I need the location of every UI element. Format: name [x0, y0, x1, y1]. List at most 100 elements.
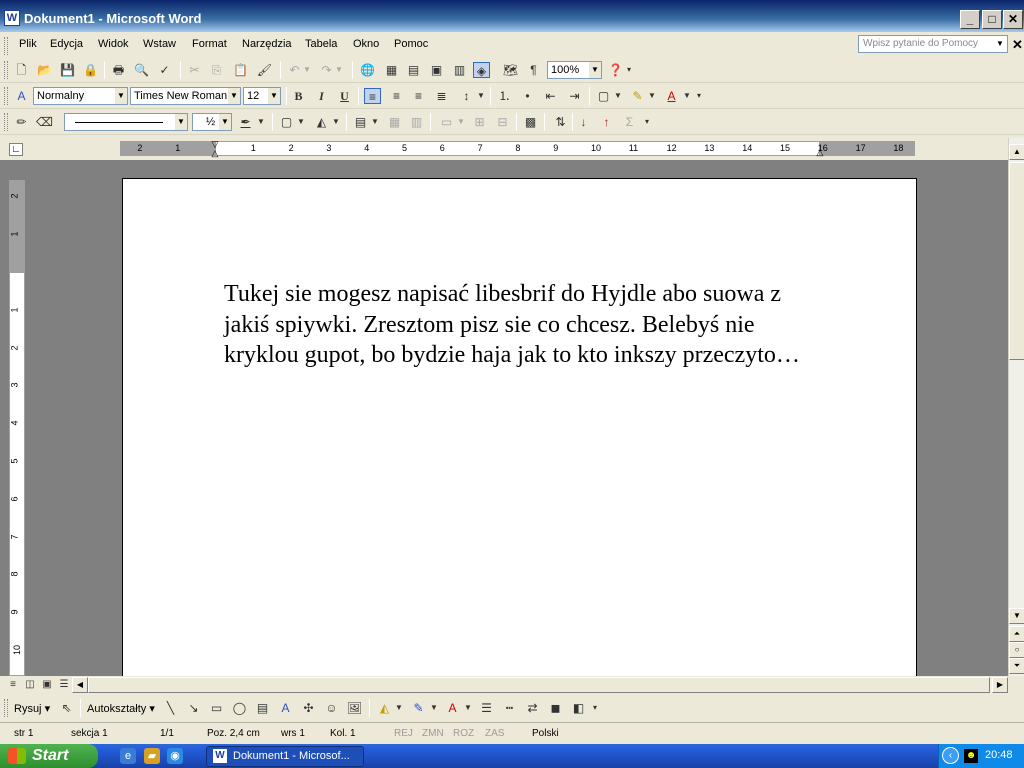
- justify-icon[interactable]: ≣: [433, 88, 450, 104]
- hyperlink-icon[interactable]: 🌐: [359, 62, 376, 78]
- zoom-dropdown-icon[interactable]: ▼: [589, 62, 601, 78]
- save-icon[interactable]: 💾: [59, 62, 76, 78]
- shading-dropdown-icon[interactable]: ▼: [331, 114, 341, 130]
- status-rec[interactable]: REJ: [394, 728, 413, 739]
- status-language[interactable]: Polski: [532, 728, 559, 739]
- borders-dropdown-icon[interactable]: ▼: [613, 88, 623, 104]
- line-color-icon[interactable]: ✎: [410, 700, 427, 716]
- bold-icon[interactable]: B: [290, 88, 307, 104]
- fill-color-dropdown-icon[interactable]: ▼: [394, 700, 404, 716]
- format-painter-icon[interactable]: 🖌: [256, 62, 273, 78]
- indent-marker-icon[interactable]: ▽ △: [210, 140, 220, 160]
- draw-menu-button[interactable]: Rysuj ▾: [14, 702, 50, 715]
- word-app-icon[interactable]: W: [4, 10, 20, 26]
- line-color-dropdown-icon[interactable]: ▼: [429, 700, 439, 716]
- cut-icon[interactable]: ✂: [186, 62, 203, 78]
- cell-alignment-dropdown-icon[interactable]: ▼: [456, 114, 466, 130]
- font-select[interactable]: Times New Roman ▼: [130, 87, 241, 105]
- document-body-text[interactable]: Tukej sie mogesz napisać libesbrif do Hy…: [224, 279, 824, 371]
- columns-icon[interactable]: ▥: [451, 62, 468, 78]
- ruler-track[interactable]: 2 1 1 2 3 4 5 6 7 8 9 10 11 12 13 14 15 16 17 18: [120, 141, 915, 156]
- increase-indent-icon[interactable]: ⇥: [566, 88, 583, 104]
- clip-art-icon[interactable]: ☺: [323, 700, 340, 716]
- menu-okno[interactable]: Okno: [353, 38, 379, 50]
- zoom-select[interactable]: 100% ▼: [547, 61, 602, 79]
- line-style-dropdown-icon[interactable]: ▼: [175, 114, 187, 130]
- document-map-icon[interactable]: 🗺: [502, 62, 519, 78]
- line-weight-dropdown-icon[interactable]: ▼: [219, 114, 231, 130]
- scroll-down-icon[interactable]: ▼: [1009, 608, 1024, 624]
- dash-style-icon[interactable]: ┅: [501, 700, 518, 716]
- style-dropdown-icon[interactable]: ▼: [115, 88, 127, 104]
- line-style-select[interactable]: ▼: [64, 113, 188, 131]
- change-text-direction-icon[interactable]: ⇅: [552, 114, 569, 130]
- status-trk[interactable]: ZMN: [422, 728, 444, 739]
- 3d-style-icon[interactable]: ◧: [570, 700, 587, 716]
- toolbar-grip[interactable]: [4, 61, 8, 79]
- print-preview-icon[interactable]: 🔍: [133, 62, 150, 78]
- diagram-icon[interactable]: ✣: [300, 700, 317, 716]
- permission-icon[interactable]: 🔒: [82, 62, 99, 78]
- highlight-dropdown-icon[interactable]: ▼: [647, 88, 657, 104]
- scroll-up-icon[interactable]: ▲: [1009, 144, 1024, 160]
- status-ovr[interactable]: ZAS: [485, 728, 504, 739]
- print-layout-view-icon[interactable]: ▣: [40, 677, 54, 693]
- redo-dropdown-icon[interactable]: ▼: [334, 62, 344, 78]
- line-style-icon[interactable]: ☰: [478, 700, 495, 716]
- open-icon[interactable]: 📂: [36, 62, 53, 78]
- italic-icon[interactable]: I: [313, 88, 330, 104]
- menu-wstaw[interactable]: Wstaw: [143, 38, 176, 50]
- tables-borders-icon[interactable]: ▦: [383, 62, 400, 78]
- toolbar-grip[interactable]: [4, 87, 8, 105]
- align-center-icon[interactable]: ≡: [388, 88, 405, 104]
- menu-tabela[interactable]: Tabela: [305, 38, 337, 50]
- font-color-dropdown-icon[interactable]: ▼: [682, 88, 692, 104]
- menu-narzedzia[interactable]: Narzędzia: [242, 38, 292, 50]
- tray-app-icon[interactable]: ☻: [964, 749, 978, 763]
- browse-object-icon[interactable]: ○: [1009, 642, 1024, 658]
- tray-clock[interactable]: 20:48: [985, 749, 1013, 761]
- bullets-icon[interactable]: •: [519, 88, 536, 104]
- insert-table2-icon[interactable]: ▤: [352, 114, 369, 130]
- insert-table-icon[interactable]: ▤: [405, 62, 422, 78]
- table-autoformat-icon[interactable]: ▩: [522, 114, 539, 130]
- menu-format[interactable]: Format: [192, 38, 227, 50]
- font-size-select[interactable]: 12 ▼: [243, 87, 281, 105]
- insert-excel-icon[interactable]: ▣: [428, 62, 445, 78]
- redo-icon[interactable]: ↷: [318, 62, 335, 78]
- menu-edycja[interactable]: Edycja: [50, 38, 83, 50]
- fill-color-icon[interactable]: ◭: [376, 700, 393, 716]
- vertical-scroll-thumb[interactable]: [1009, 162, 1024, 360]
- right-indent-marker-icon[interactable]: △: [815, 148, 825, 158]
- merge-cells-icon[interactable]: ▦: [386, 114, 403, 130]
- menu-plik[interactable]: Plik: [19, 38, 37, 50]
- tab-selector-icon[interactable]: ∟: [9, 143, 23, 156]
- toolbar-grip[interactable]: [4, 113, 8, 131]
- maximize-button[interactable]: □: [982, 10, 1002, 29]
- document-close-icon[interactable]: ✕: [1012, 37, 1023, 53]
- underline-icon[interactable]: U: [336, 88, 353, 104]
- horizontal-scroll-thumb[interactable]: [88, 677, 990, 693]
- arrow-tool-icon[interactable]: ↘: [185, 700, 202, 716]
- title-bar[interactable]: W Dokument1 - Microsoft Word _ □ ✕: [0, 0, 1024, 32]
- insert-table2-dropdown-icon[interactable]: ▼: [370, 114, 380, 130]
- undo-dropdown-icon[interactable]: ▼: [302, 62, 312, 78]
- line-spacing-icon[interactable]: ↕: [458, 88, 475, 104]
- oval-tool-icon[interactable]: ◯: [231, 700, 248, 716]
- spelling-icon[interactable]: ✓: [156, 62, 173, 78]
- help-dropdown-icon[interactable]: ▼: [993, 36, 1007, 52]
- numbering-icon[interactable]: ⒈: [496, 88, 513, 104]
- select-objects-icon[interactable]: ⇖: [58, 700, 75, 716]
- horizontal-ruler[interactable]: ∟ 2 1 1 2 3 4 5 6 7 8 9 10 11 12 13 14 15 16 17 18 ▽ △ △: [0, 138, 1024, 160]
- font-dropdown-icon[interactable]: ▼: [228, 88, 240, 104]
- start-button[interactable]: Start: [0, 744, 98, 768]
- minimize-button[interactable]: _: [960, 10, 980, 29]
- line-weight-select[interactable]: ½ ▼: [192, 113, 232, 131]
- new-document-icon[interactable]: 🗋: [13, 62, 30, 78]
- autoshapes-menu-button[interactable]: Autokształty ▾: [87, 702, 155, 715]
- taskbar-word-item[interactable]: W Dokument1 - Microsof...: [206, 746, 364, 767]
- text-box-icon[interactable]: ▤: [254, 700, 271, 716]
- toolbar-options-icon[interactable]: ▾: [694, 88, 704, 104]
- align-right-icon[interactable]: ≡: [410, 88, 427, 104]
- style-select[interactable]: Normalny ▼: [33, 87, 128, 105]
